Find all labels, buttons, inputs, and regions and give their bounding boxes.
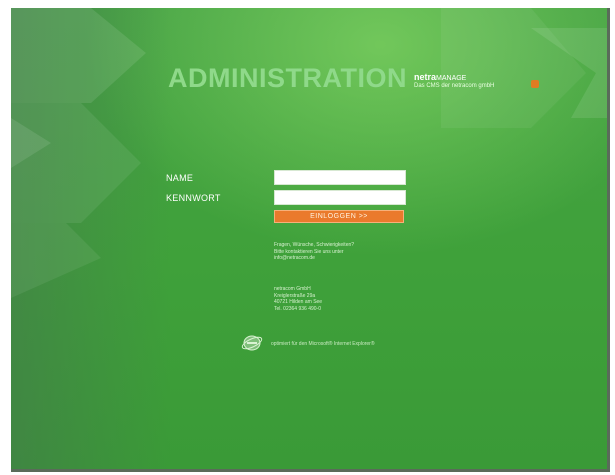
background-shade (11, 8, 171, 469)
company-address: netracom GmbH Kreiglerstraße 29a 40721 H… (274, 286, 323, 312)
name-label: NAME (166, 173, 194, 183)
password-input[interactable] (274, 190, 406, 205)
internet-explorer-icon (241, 335, 263, 351)
name-input[interactable] (274, 170, 406, 185)
brand-name: netra (414, 72, 437, 82)
ie-optimized-note: optimiert für den Microsoft® Internet Ex… (271, 341, 375, 347)
contact-text: Fragen, Wünsche, Schwierigkeiten? Bitte … (274, 242, 355, 262)
login-panel: ADMINISTRATION netraMANAGE Das CMS der n… (11, 8, 610, 472)
brand-logo: netraMANAGE Das CMS der netracom gmbH (414, 72, 534, 89)
brand-tagline: Das CMS der netracom gmbH (414, 83, 495, 89)
contact-email-link[interactable]: info@netracom.de (274, 255, 354, 262)
brand-badge-icon (531, 80, 539, 88)
login-button[interactable]: EINLOGGEN >> (274, 210, 404, 223)
brand-suffix: MANAGE (436, 75, 467, 82)
page-title: ADMINISTRATION (168, 63, 407, 93)
password-label: KENNWORT (166, 193, 221, 203)
